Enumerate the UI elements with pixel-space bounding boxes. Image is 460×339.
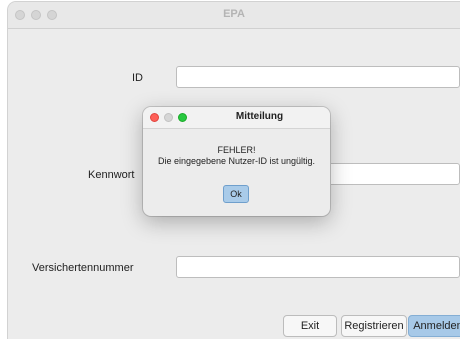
dialog-zoom-icon[interactable] [178,113,187,122]
insurance-number-label: Versichertennummer [32,262,134,274]
id-label: ID [132,72,143,84]
error-heading: FEHLER! [217,145,256,155]
exit-button[interactable]: Exit [283,315,337,337]
login-button[interactable]: Anmelden [408,315,460,337]
register-button[interactable]: Registrieren [341,315,407,337]
dialog-close-icon[interactable] [150,113,159,122]
insurance-number-input[interactable] [176,256,460,278]
password-label: Kennwort [88,169,135,181]
ok-button[interactable]: Ok [223,185,249,203]
window-title: EPA [223,8,245,20]
message-dialog: Mitteilung FEHLER! Die eingegebene Nutze… [143,107,330,216]
window-titlebar: EPA [8,2,460,29]
dialog-minimize-icon [164,113,173,122]
dialog-titlebar: Mitteilung [143,107,330,129]
dialog-title: Mitteilung [235,111,284,122]
id-input[interactable] [176,66,460,88]
error-message: Die eingegebene Nutzer-ID ist ungültig. [157,156,316,166]
